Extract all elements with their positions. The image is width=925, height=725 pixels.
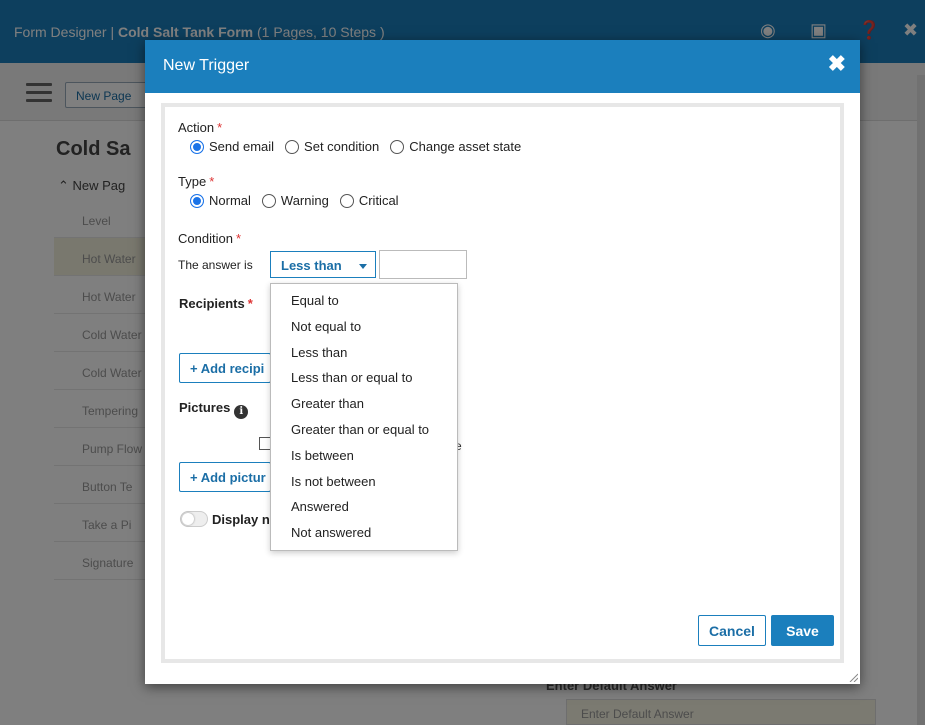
display-toggle[interactable] [180,511,208,527]
action-label-text: Action [178,120,215,135]
dropdown-option-greater-than-or-equal-to[interactable]: Greater than or equal to [271,417,457,443]
condition-label: Condition * [178,231,241,246]
info-icon[interactable]: i [234,405,249,419]
dropdown-option-not-equal-to[interactable]: Not equal to [271,314,457,340]
radio-warning[interactable]: Warning [261,193,329,208]
condition-value-input[interactable] [379,250,467,279]
close-icon[interactable]: ✖ [828,51,846,77]
radio-normal[interactable]: Normal [190,193,251,208]
type-radio-group: Normal Warning Critical [190,193,410,208]
required-marker: * [209,174,215,189]
required-marker: * [247,296,253,311]
condition-prefix: The answer is [178,258,253,272]
dropdown-option-answered[interactable]: Answered [271,494,457,520]
radio-label: Set condition [304,139,380,154]
radio-send-email[interactable]: Send email [190,139,274,154]
action-radio-group: Send email Set condition Change asset st… [190,139,532,154]
dropdown-option-greater-than[interactable]: Greater than [271,391,457,417]
recipients-label-text: Recipients [179,296,245,311]
condition-operator-dropdown: Equal to Not equal to Less than Less tha… [270,283,458,551]
resize-grip-icon[interactable] [848,672,858,682]
type-label: Type * [178,174,214,189]
dropdown-option-less-than-or-equal-to[interactable]: Less than or equal to [271,365,457,391]
radio-selected-icon [190,139,204,154]
dropdown-option-is-not-between[interactable]: Is not between [271,469,457,495]
chevron-down-icon [359,264,367,269]
dialog-body [161,103,844,663]
dropdown-option-less-than[interactable]: Less than [271,340,457,366]
cancel-button[interactable]: Cancel [698,615,766,646]
radio-set-condition[interactable]: Set condition [285,139,379,154]
save-button[interactable]: Save [771,615,834,646]
condition-operator-select[interactable]: Less than [270,251,376,278]
radio-label: Send email [209,139,275,154]
condition-operator-value: Less than [281,258,342,273]
radio-label: Change asset state [409,139,522,154]
add-pictures-button[interactable]: + Add pictur [179,462,271,492]
radio-label: Warning [280,193,329,208]
radio-critical[interactable]: Critical [339,193,399,208]
dialog-title: New Trigger [163,57,250,74]
pictures-label-text: Pictures [179,400,231,415]
action-label: Action * [178,120,222,135]
dropdown-option-is-between[interactable]: Is between [271,443,457,469]
radio-unselected-icon [390,139,405,154]
radio-label: Critical [358,193,399,208]
type-label-text: Type [178,174,207,189]
radio-unselected-icon [339,193,354,208]
radio-unselected-icon [285,139,300,154]
toggle-knob [182,513,194,525]
recipients-label: Recipients * [179,296,253,311]
pictures-label: Pictures i [179,400,249,419]
dropdown-option-equal-to[interactable]: Equal to [271,288,457,314]
add-recipients-button[interactable]: + Add recipi [179,353,271,383]
required-marker: * [235,231,241,246]
required-marker: * [217,120,223,135]
dialog-header: New Trigger ✖ [145,40,860,93]
radio-label: Normal [209,193,251,208]
radio-selected-icon [190,193,204,208]
radio-unselected-icon [261,193,276,208]
radio-change-asset-state[interactable]: Change asset state [390,139,521,154]
condition-label-text: Condition [178,231,233,246]
display-toggle-label: Display n [212,512,270,527]
dropdown-option-not-answered[interactable]: Not answered [271,520,457,546]
